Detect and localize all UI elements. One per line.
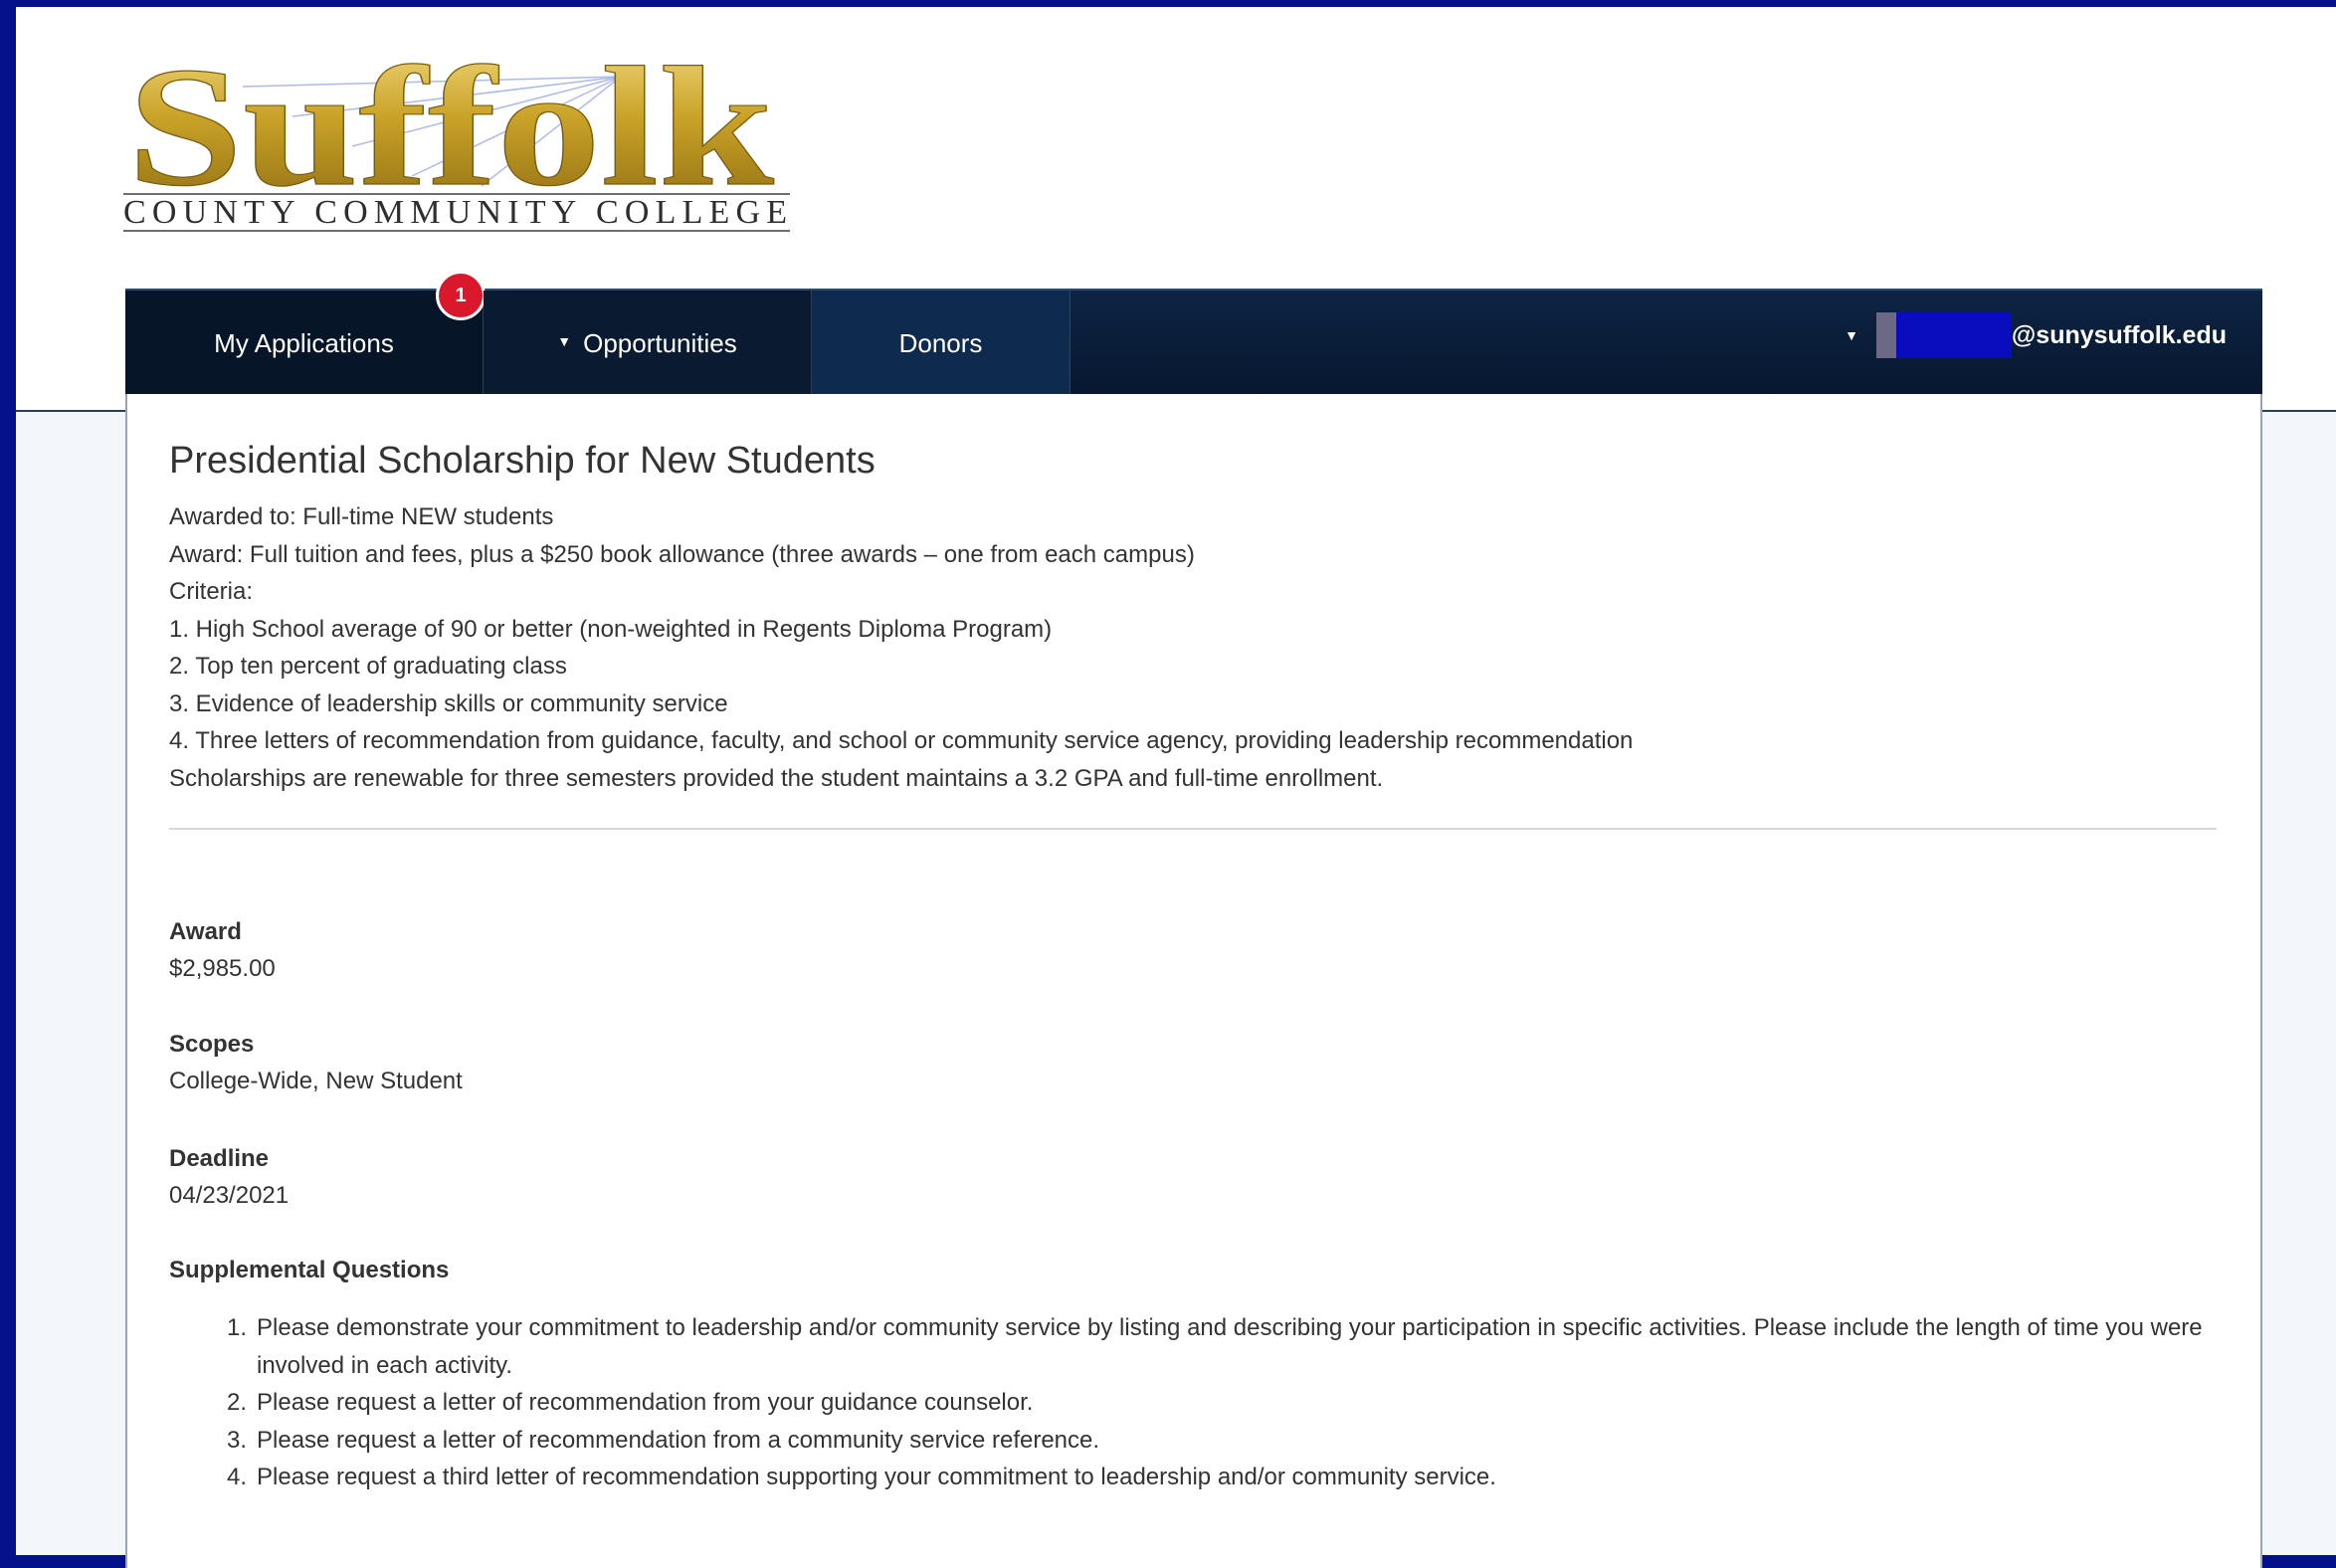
logo-tagline: COUNTY COMMUNITY COLLEGE: [123, 193, 794, 232]
deadline-value: 04/23/2021: [169, 1182, 290, 1209]
page: Suffolk COUNTY COMMUNITY COLLEGE My Appl…: [16, 7, 2336, 1568]
list-item-text: Please request a letter of recommendatio…: [257, 1426, 1100, 1454]
notification-badge: 1: [436, 271, 486, 320]
main-nav: My Applications 1 ▼ Opportunities Donors…: [125, 271, 2262, 396]
award-label: Award: [169, 918, 242, 945]
user-email: @sunysuffolk.edu: [2011, 320, 2227, 349]
description-line: 2. Top ten percent of graduating class: [169, 653, 567, 680]
page-title: Presidential Scholarship for New Student…: [169, 440, 876, 482]
list-item: 1. Please demonstrate your commitment to…: [227, 1309, 2207, 1384]
scholarship-detail-panel: Presidential Scholarship for New Student…: [125, 394, 2262, 1568]
list-item-number: 4.: [227, 1464, 248, 1490]
description-line: Award: Full tuition and fees, plus a $25…: [169, 541, 1195, 568]
logo-wordmark: Suffolk: [126, 37, 775, 196]
section-divider: [169, 828, 2217, 830]
list-item: 3. Please request a letter of recommenda…: [227, 1422, 2207, 1460]
description-line: 1. High School average of 90 or better (…: [169, 616, 1053, 643]
list-item-number: 2.: [227, 1389, 248, 1416]
college-logo[interactable]: Suffolk COUNTY COMMUNITY COLLEGE: [123, 37, 810, 246]
supplemental-questions-label: Supplemental Questions: [169, 1257, 450, 1283]
caret-down-icon: ▼: [557, 333, 572, 349]
list-item: 4. Please request a third letter of reco…: [227, 1459, 2207, 1496]
description-line: 4. Three letters of recommendation from …: [169, 727, 1634, 754]
list-item-text: Please demonstrate your commitment to le…: [257, 1314, 2203, 1379]
list-item-text: Please request a third letter of recomme…: [257, 1464, 1496, 1490]
tab-my-applications-label: My Applications: [214, 327, 394, 358]
list-item: 2. Please request a letter of recommenda…: [227, 1384, 2207, 1422]
scopes-value: College-Wide, New Student: [169, 1068, 463, 1094]
tab-my-applications[interactable]: My Applications 1: [125, 271, 486, 396]
tab-opportunities[interactable]: ▼ Opportunities: [484, 291, 812, 396]
header: Suffolk COUNTY COMMUNITY COLLEGE My Appl…: [16, 7, 2336, 412]
redacted-username: [1875, 312, 2012, 358]
tab-opportunities-label: Opportunities: [583, 327, 737, 358]
tab-donors[interactable]: Donors: [812, 291, 1071, 396]
tab-donors-label: Donors: [898, 327, 983, 358]
scopes-label: Scopes: [169, 1031, 255, 1058]
deadline-label: Deadline: [169, 1145, 270, 1172]
description-line: 3. Evidence of leadership skills or comm…: [169, 690, 728, 717]
description-line: Scholarships are renewable for three sem…: [169, 765, 1384, 792]
description-line: Criteria:: [169, 578, 254, 605]
list-item-number: 3.: [227, 1426, 248, 1454]
logo-wordmark-text: Suffolk: [127, 37, 774, 196]
list-item-number: 1.: [227, 1314, 248, 1341]
user-menu[interactable]: ▼ @sunysuffolk.edu: [1845, 310, 2227, 360]
description-line: Awarded to: Full-time NEW students: [169, 503, 554, 530]
caret-down-icon: ▼: [1845, 327, 1858, 343]
supplemental-questions-list: 1. Please demonstrate your commitment to…: [227, 1309, 2207, 1496]
list-item-text: Please request a letter of recommendatio…: [257, 1389, 1034, 1416]
award-value: $2,985.00: [169, 955, 276, 982]
